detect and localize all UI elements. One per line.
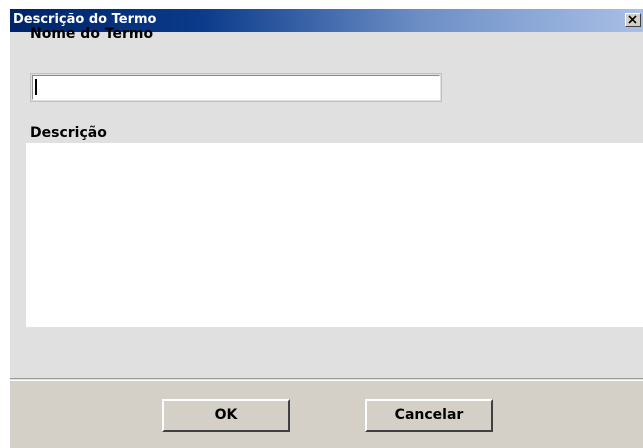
term-name-input[interactable] — [32, 75, 440, 100]
text-caret — [35, 79, 37, 95]
description-textarea[interactable] — [26, 143, 643, 327]
button-footer — [10, 381, 643, 448]
close-button[interactable] — [625, 13, 641, 27]
cancel-button[interactable]: Cancelar — [365, 399, 493, 432]
term-name-label: Nome do Termo — [30, 26, 154, 42]
close-icon — [628, 15, 637, 24]
description-label: Descrição — [30, 125, 107, 141]
ok-button[interactable]: OK — [162, 399, 290, 432]
